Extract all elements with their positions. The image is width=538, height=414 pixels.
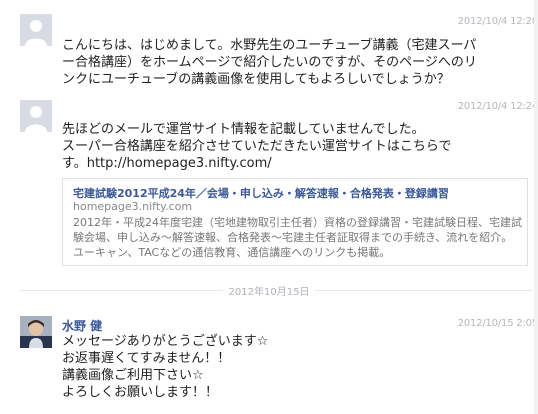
message-text: 先ほどのメールで運営サイト情報を記載していませんでした。 スーパー合格講座を紹介… [62,121,524,172]
message-time: 2012/10/4 12:20 [457,16,538,27]
avatar-sender[interactable] [20,316,52,348]
date-divider-label: 2012年10月15日 [222,287,316,298]
link-preview-description: 2012年・平成24年度宅建（宅地建物取引主任者）資格の登録講習・宅建試験日程、… [73,215,525,260]
date-divider: 2012年10月15日 [0,283,538,298]
preview-desc-line: 2012年・平成24年度宅建（宅地建物取引主任者）資格の登録講習・宅建試験日程、… [73,216,522,229]
user-photo-icon [20,316,52,348]
message-line: 先ほどのメールで運営サイト情報を記載していませんでした。 [62,122,425,137]
link-preview-title[interactable]: 宅建試験2012平成24年／会場・申し込み・解答速報・合格発表・登録講習 [73,185,449,201]
sender-name[interactable]: 水野 健 [62,317,102,334]
scrollbar[interactable] [534,0,538,414]
message-line[interactable]: す。http://homepage3.nifty.com/ [62,155,524,172]
message-text: こんにちは、はじめまして。水野先生のユーチューブ講義（宅建スーパ ー合格講座）を… [62,37,524,88]
avatar-default[interactable] [20,100,52,132]
message-line: スーパー合格講座を紹介させていただきたい運営サイトはこちらで [62,139,452,154]
preview-desc-line: 験会場、申し込み～解答速報、合格発表～宅建主任者証取得までの手続き、流れを紹介。 [73,231,513,244]
message-time: 2012/10/4 12:24 [457,101,538,112]
link-preview-domain: homepage3.nifty.com [73,200,193,213]
message-line: 講義画像ご利用下さい☆ [62,368,204,383]
avatar-default[interactable] [20,14,52,46]
message-line: こんにちは、はじめまして。水野先生のユーチューブ講義（宅建スーパ [62,38,477,53]
default-avatar-icon [20,14,52,46]
message-line: ンクにユーチューブの講義画像を使用してもよろしいでしょうか？ [62,72,450,87]
message-text: メッセージありがとうございます☆ お返事遅くてすみません！！ 講義画像ご利用下さ… [62,333,524,401]
message-line: メッセージありがとうございます☆ [62,334,269,349]
preview-desc-line: ユーキャン、TACなどの通信教育、通信講座へのリンクも掲載。 [73,246,391,259]
link-preview-card[interactable]: 宅建試験2012平成24年／会場・申し込み・解答速報・合格発表・登録講習 hom… [62,178,528,266]
default-avatar-icon [20,100,52,132]
message-line: お返事遅くてすみません！！ [62,351,231,366]
message-time: 2012/10/15 2:05 [457,318,538,329]
message-line: ー合格講座）をホームページで紹介したいのですが、そのページへのリ [62,55,477,70]
message-line: よろしくお願いします！！ [62,385,219,400]
